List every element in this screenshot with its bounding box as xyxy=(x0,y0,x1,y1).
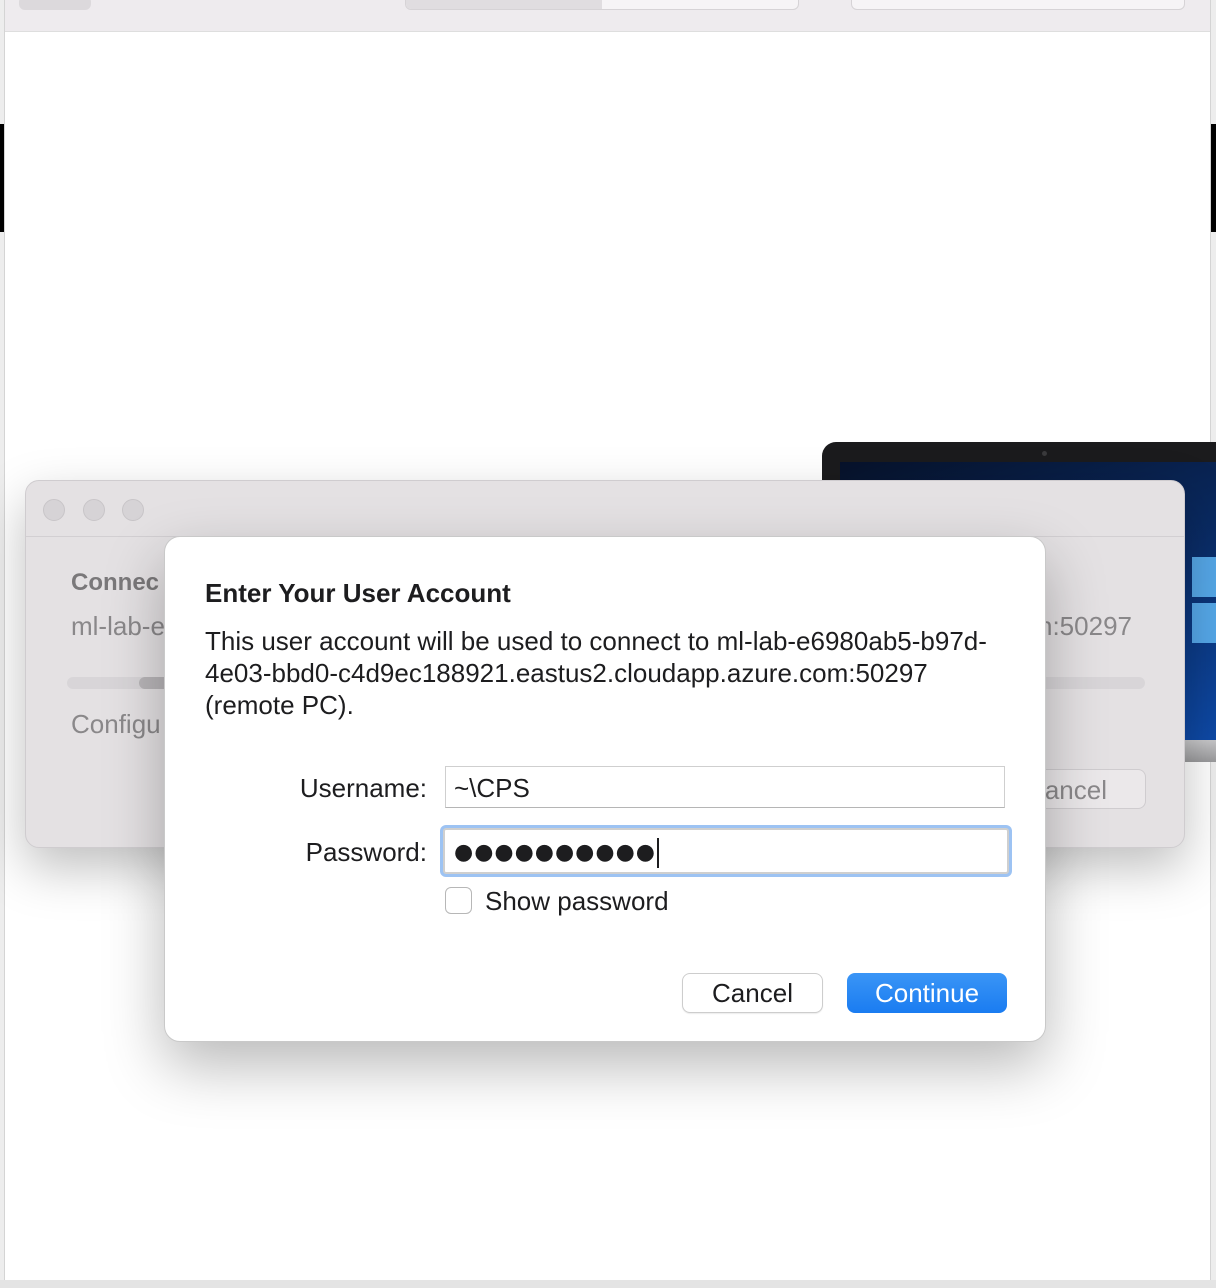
window-bottom-edge xyxy=(0,1280,1216,1288)
connection-window-titlebar xyxy=(26,481,1184,537)
password-label: Password: xyxy=(305,837,427,867)
password-field[interactable]: ●●●●●●●●●● xyxy=(443,828,1009,874)
app-toolbar xyxy=(5,0,1210,32)
toolbar-button[interactable] xyxy=(19,0,91,10)
connection-heading: Connec xyxy=(71,569,160,596)
zoom-window-button[interactable] xyxy=(122,499,144,521)
cancel-button[interactable]: Cancel xyxy=(682,973,823,1013)
dialog-title: Enter Your User Account xyxy=(205,578,511,608)
toolbar-segmented-control[interactable] xyxy=(405,0,799,10)
segment-active[interactable] xyxy=(406,0,602,9)
background-edge xyxy=(1211,124,1216,232)
connection-port: n:50297 xyxy=(1038,611,1132,641)
connection-host: ml-lab-e xyxy=(71,611,165,641)
background-edge xyxy=(0,124,4,232)
show-password-checkbox[interactable] xyxy=(445,887,472,914)
toolbar-search-field[interactable] xyxy=(851,0,1185,10)
camera-dot xyxy=(1042,451,1047,456)
minimize-window-button[interactable] xyxy=(83,499,105,521)
continue-button[interactable]: Continue xyxy=(847,973,1007,1013)
password-masked-value: ●●●●●●●●●● xyxy=(454,840,656,865)
connection-status: Configu xyxy=(71,709,161,739)
show-password-label[interactable]: Show password xyxy=(485,886,669,917)
user-account-dialog: Enter Your User Account This user accoun… xyxy=(164,536,1046,1042)
close-window-button[interactable] xyxy=(43,499,65,521)
text-caret xyxy=(656,838,659,868)
windows-logo-icon xyxy=(1186,557,1216,647)
username-field[interactable]: ~\CPS xyxy=(445,766,1005,808)
dialog-message: This user account will be used to connec… xyxy=(205,626,987,720)
username-label: Username: xyxy=(299,773,427,803)
